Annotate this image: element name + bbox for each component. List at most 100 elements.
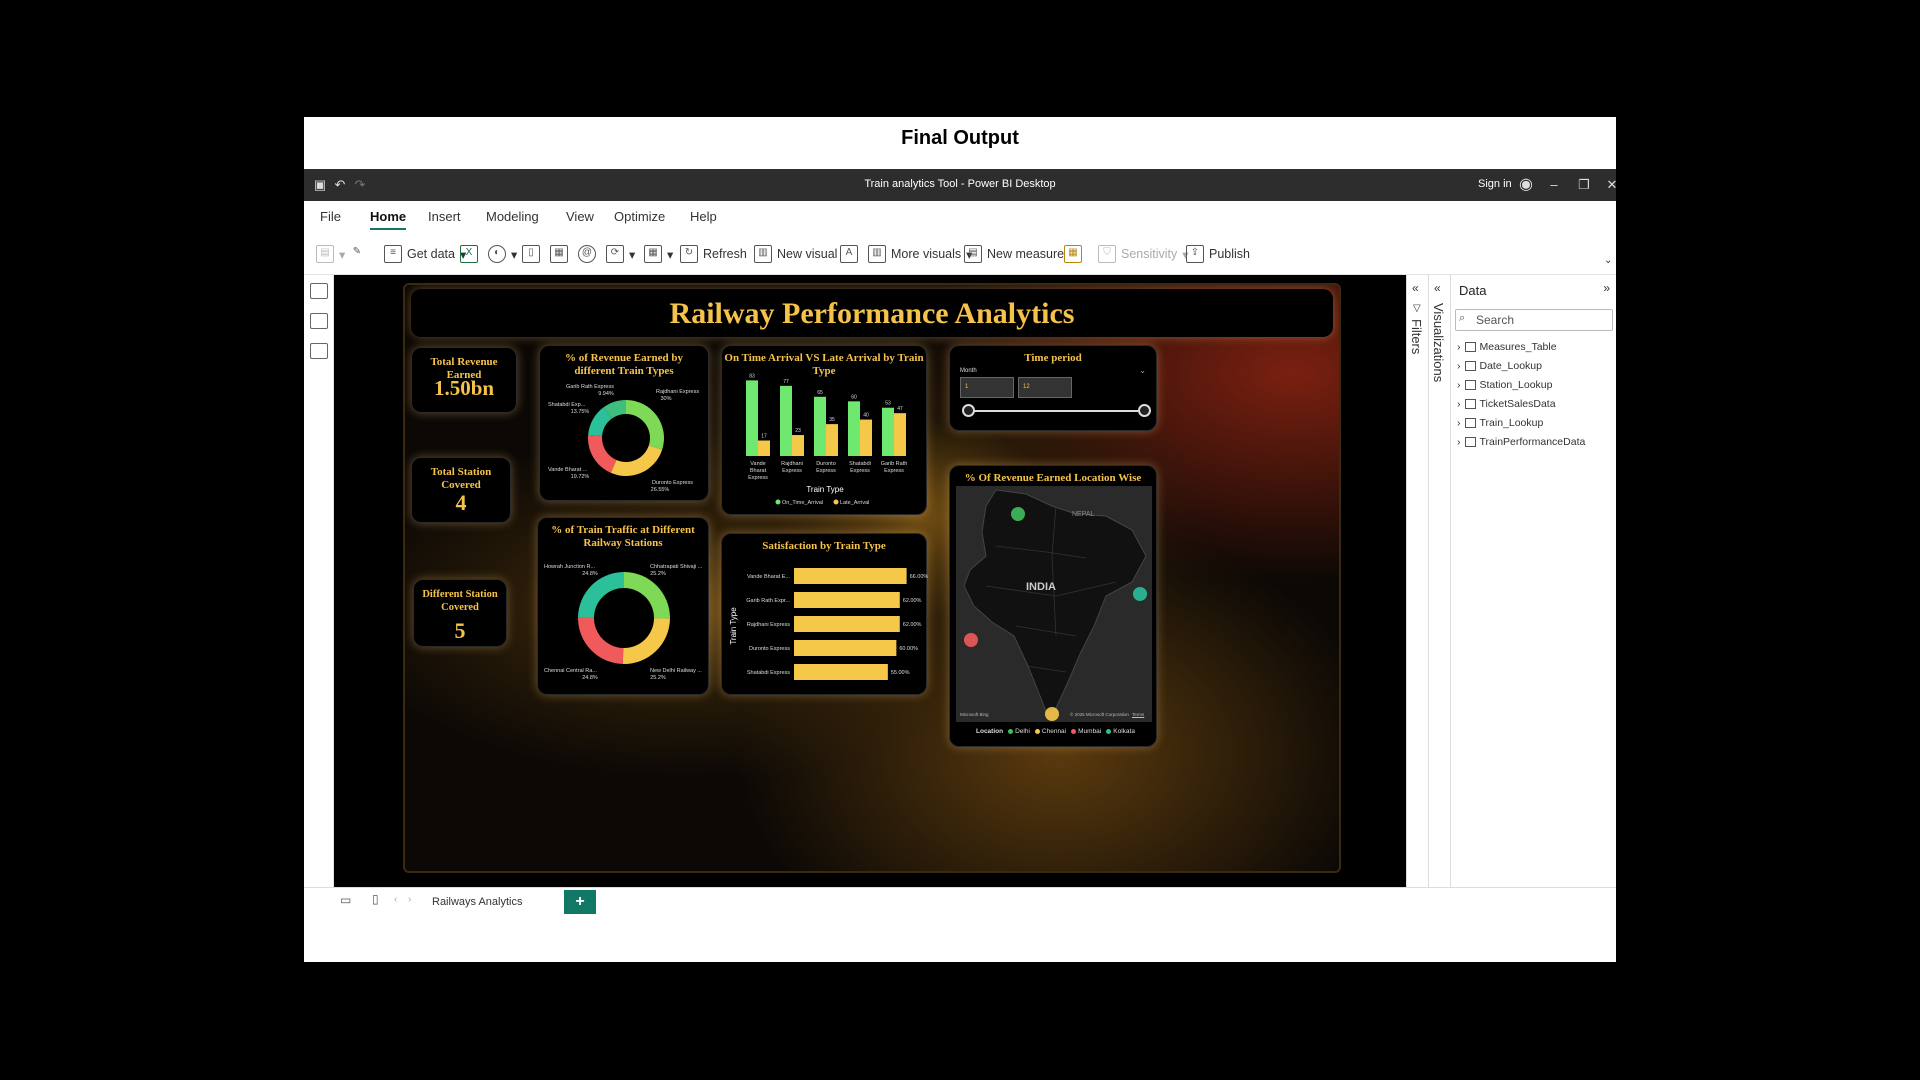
data-table-item[interactable]: › Date_Lookup xyxy=(1457,360,1542,372)
close-icon[interactable]: ✕ xyxy=(1602,175,1622,195)
get-data-button[interactable]: ≡ Get data ▾ xyxy=(384,245,466,263)
dataverse-button[interactable]: ▯ xyxy=(522,245,540,263)
new-visual-button[interactable]: ▥ New visual xyxy=(754,245,837,263)
paste-button[interactable]: ▤ ▾ xyxy=(316,245,345,263)
slice-label: Rajdhani Express xyxy=(656,389,699,395)
kpi-card-revenue[interactable]: Total Revenue Earned 1.50bn xyxy=(411,347,517,413)
refresh-button[interactable]: ↻ Refresh xyxy=(680,245,747,263)
desktop-layout-icon[interactable]: ▭ xyxy=(340,893,351,907)
kpi-card-different-stations[interactable]: Different Station Covered 5 xyxy=(413,579,507,647)
menu-optimize[interactable]: Optimize xyxy=(614,209,665,224)
quick-measure-button[interactable]: ▦ xyxy=(1064,245,1082,263)
excel-button[interactable]: X xyxy=(460,245,478,263)
chevron-right-icon[interactable]: › xyxy=(1457,417,1461,429)
data-table-item[interactable]: › Train_Lookup xyxy=(1457,417,1543,429)
next-page-icon[interactable]: › xyxy=(408,894,411,905)
menu-file[interactable]: File xyxy=(320,209,341,224)
visualizations-pane-collapsed[interactable]: « Visualizations xyxy=(1428,275,1450,887)
legend-label: On_Time_Arrival xyxy=(782,500,823,506)
data-table-item[interactable]: › TrainPerformanceData xyxy=(1457,436,1585,448)
view-rail xyxy=(304,275,334,887)
map-terms-link[interactable]: Terms xyxy=(1132,712,1144,717)
format-painter-button[interactable]: ✎ xyxy=(348,245,366,263)
map-point-chennai[interactable] xyxy=(1045,707,1059,721)
chevron-right-icon[interactable]: › xyxy=(1457,379,1461,391)
arrival-bar-chart: 8317VandeBharatExpress7723RajdhaniExpres… xyxy=(746,373,907,506)
data-table-item[interactable]: › Measures_Table xyxy=(1457,341,1557,353)
x-tick-label: Express xyxy=(782,468,802,474)
expand-filters-icon[interactable]: « xyxy=(1412,281,1419,295)
satisfaction-bar-card[interactable]: Satisfaction by Train Type Vande Bharat … xyxy=(721,533,928,695)
chevron-right-icon[interactable]: › xyxy=(1457,436,1461,448)
data-table-item[interactable]: › Station_Lookup xyxy=(1457,379,1552,391)
data-table-label: Station_Lookup xyxy=(1479,379,1553,391)
map-legend-items: Delhi Chennai Mumbai Kolkata xyxy=(1008,728,1135,735)
collapse-data-pane-icon[interactable]: » xyxy=(1603,281,1610,295)
ribbon-collapse-icon[interactable]: ⌄ xyxy=(1604,255,1612,266)
data-label: 60 xyxy=(851,394,857,400)
restore-icon[interactable]: ❐ xyxy=(1574,175,1594,195)
minimize-icon[interactable]: – xyxy=(1544,175,1564,195)
menu-home[interactable]: Home xyxy=(370,209,407,230)
revenue-map-card[interactable]: % Of Revenue Earned Location Wise INDIA … xyxy=(949,465,1157,747)
publish-button[interactable]: ⇪ Publish xyxy=(1186,245,1250,263)
revenue-donut-card[interactable]: % of Revenue Earned by different Train T… xyxy=(539,345,709,501)
slicer-from-input[interactable]: 1 xyxy=(960,377,1014,398)
legend-label: Chennai xyxy=(1041,728,1067,735)
expand-visualizations-icon[interactable]: « xyxy=(1434,281,1441,295)
visualizations-label: Visualizations xyxy=(1431,303,1446,383)
transform-button[interactable]: ⟳ ▾ xyxy=(606,245,635,263)
data-table-item[interactable]: › TicketSalesData xyxy=(1457,398,1556,410)
text-box-button[interactable]: A xyxy=(840,245,858,263)
map-point-kolkata[interactable] xyxy=(1133,587,1147,601)
enter-data-button[interactable]: ▦ xyxy=(550,245,568,263)
slicer-to-input[interactable]: 12 xyxy=(1018,377,1072,398)
menu-view[interactable]: View xyxy=(566,209,594,224)
map-point-delhi[interactable] xyxy=(1011,507,1025,521)
sensitivity-button[interactable]: ⛉ Sensitivity ▾ xyxy=(1098,245,1189,263)
slice-value-label: 19.72% xyxy=(571,474,590,480)
traffic-donut-card[interactable]: % of Train Traffic at Different Railway … xyxy=(537,517,709,695)
kpi-card-stations[interactable]: Total Station Covered 4 xyxy=(411,457,511,523)
new-measure-button[interactable]: ▤ New measure xyxy=(964,245,1064,263)
recent-sources-button[interactable]: @ xyxy=(578,245,596,263)
account-icon[interactable]: ◉ xyxy=(1516,175,1536,195)
donut-slice xyxy=(626,400,664,450)
map-area[interactable]: INDIA NEPAL Microsoft Bing © 2025 Micros… xyxy=(956,486,1152,722)
chevron-right-icon[interactable]: › xyxy=(1457,341,1461,353)
menu-modeling[interactable]: Modeling xyxy=(486,209,539,224)
mobile-layout-icon[interactable]: ▯ xyxy=(372,892,379,906)
onelake-button[interactable]: ◐ ▾ xyxy=(488,245,517,263)
measure-icon: ▤ xyxy=(964,245,982,263)
chevron-right-icon[interactable]: › xyxy=(1457,360,1461,372)
report-view-icon[interactable] xyxy=(310,283,328,299)
file-icon: ▯ xyxy=(522,245,540,263)
slicer-chevron-icon[interactable]: ⌄ xyxy=(1139,366,1146,375)
map-point-mumbai[interactable] xyxy=(964,633,978,647)
page-tab-railways-analytics[interactable]: Railways Analytics xyxy=(432,896,522,908)
chevron-right-icon[interactable]: › xyxy=(1457,398,1461,410)
slicer-start-handle[interactable] xyxy=(962,404,975,417)
database-icon: ≡ xyxy=(384,245,402,263)
menu-insert[interactable]: Insert xyxy=(428,209,461,224)
more-visuals-button[interactable]: ▥ More visuals ▾ xyxy=(868,245,972,263)
arrival-bar-card[interactable]: On Time Arrival VS Late Arrival by Train… xyxy=(721,345,927,515)
slice-value-label: 25.2% xyxy=(650,571,666,577)
data-label: 47 xyxy=(897,406,903,412)
time-period-slicer[interactable]: Time period Month ⌄ 1 12 xyxy=(949,345,1157,431)
slicer-title: Time period xyxy=(1024,352,1082,364)
transform-data-button[interactable]: ▦ ▾ xyxy=(644,245,673,263)
sensitivity-label: Sensitivity xyxy=(1121,247,1178,261)
menu-help[interactable]: Help xyxy=(690,209,717,224)
data-label: 62.00% xyxy=(903,622,922,628)
model-view-icon[interactable] xyxy=(310,343,328,359)
add-page-button[interactable]: + xyxy=(564,890,596,914)
y-tick-label: Duronto Express xyxy=(749,646,790,652)
sign-in-link[interactable]: Sign in xyxy=(1478,178,1512,190)
prev-page-icon[interactable]: ‹ xyxy=(394,894,397,905)
slicer-end-handle[interactable] xyxy=(1138,404,1151,417)
filters-pane-collapsed[interactable]: « ▽ Filters xyxy=(1406,275,1428,887)
table-view-icon[interactable] xyxy=(310,313,328,329)
data-search-input[interactable]: Search xyxy=(1455,309,1613,331)
data-label: 83 xyxy=(749,373,755,379)
